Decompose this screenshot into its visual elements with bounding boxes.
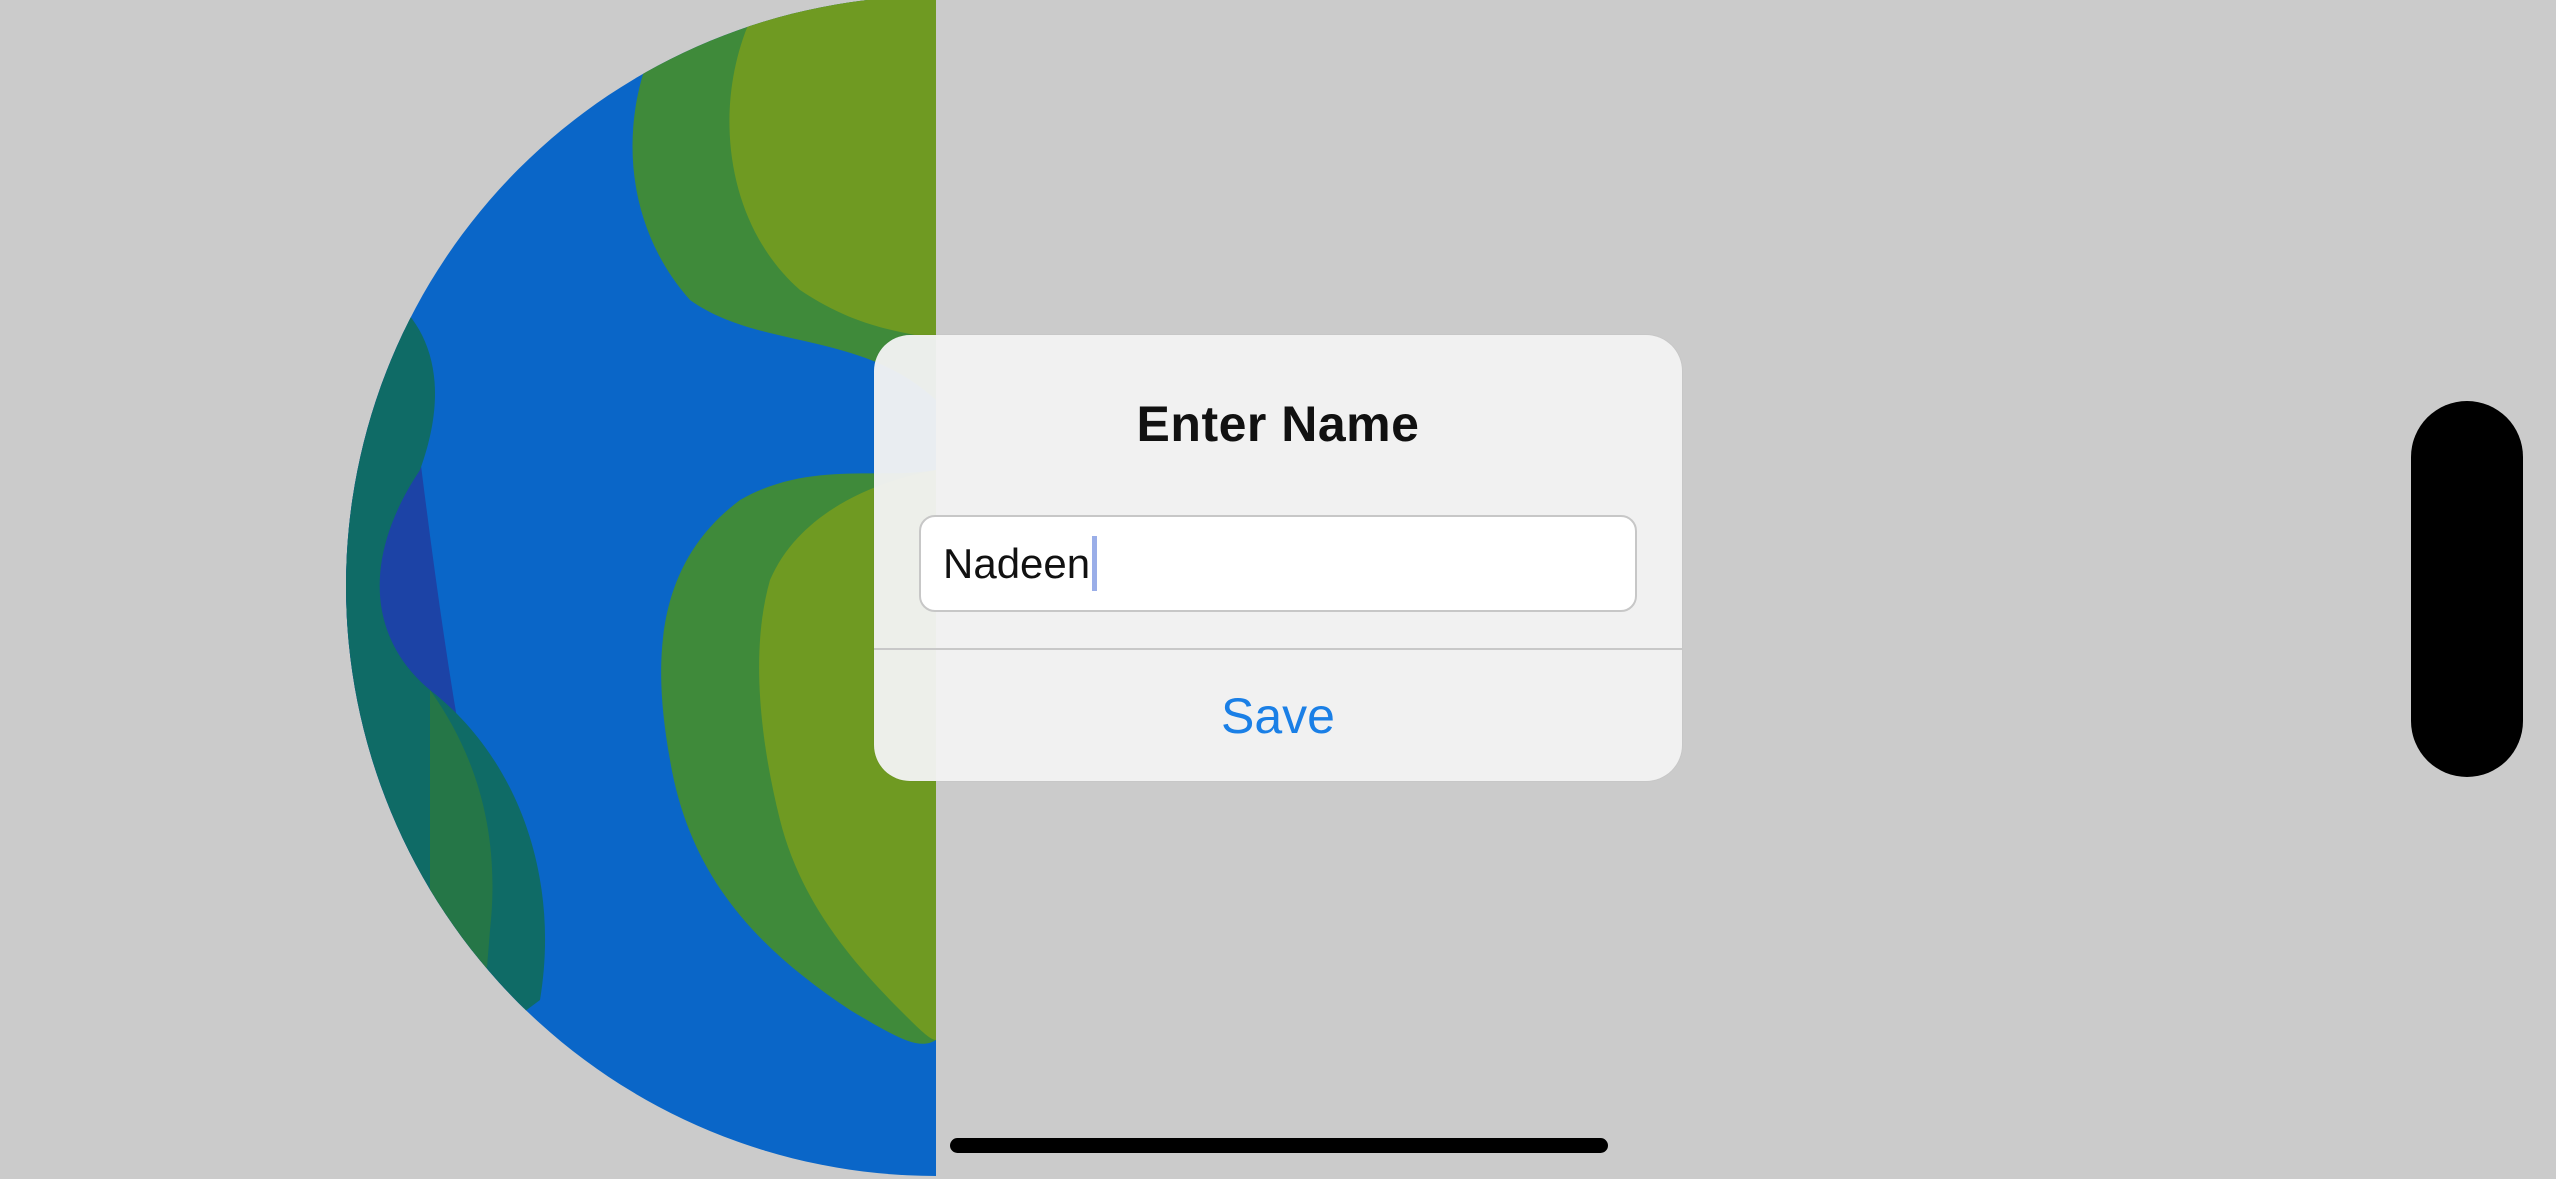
name-input[interactable]: Nadeen [919, 515, 1637, 612]
enter-name-dialog: Enter Name Nadeen Save [874, 335, 1682, 781]
text-cursor [1092, 536, 1098, 591]
screen: Enter Name Nadeen Save [0, 0, 2556, 1179]
save-button[interactable]: Save [874, 650, 1682, 781]
dialog-title: Enter Name [1136, 396, 1420, 452]
name-input-value: Nadeen [943, 539, 1091, 587]
home-indicator[interactable] [950, 1138, 1608, 1153]
dynamic-island [2411, 401, 2523, 777]
